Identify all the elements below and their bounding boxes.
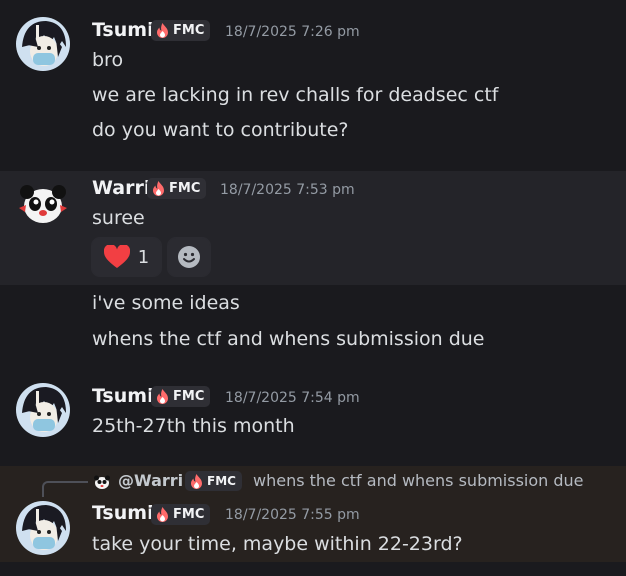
message-text: whens the ctf and whens submission due xyxy=(92,328,485,350)
guild-tag[interactable]: FMC xyxy=(147,178,207,199)
username[interactable]: Tsumi xyxy=(92,502,154,524)
message-text: bro xyxy=(92,49,124,71)
guild-tag[interactable]: FMC xyxy=(185,471,242,491)
guild-tag[interactable]: FMC xyxy=(151,20,211,41)
flame-icon xyxy=(153,181,164,196)
reaction-heart[interactable]: 1 xyxy=(91,237,162,277)
timestamp[interactable]: 18/7/2025 7:54 pm xyxy=(225,388,360,408)
avatar[interactable] xyxy=(16,383,70,437)
timestamp[interactable]: 18/7/2025 7:53 pm xyxy=(220,180,355,200)
reply-avatar xyxy=(94,475,110,489)
message-text: do you want to contribute? xyxy=(92,119,349,141)
guild-tag-label: FMC xyxy=(169,181,201,196)
flame-icon xyxy=(157,23,168,38)
guild-tag[interactable]: FMC xyxy=(151,386,211,407)
reply-connector xyxy=(42,481,88,497)
message-text: i've some ideas xyxy=(92,292,240,314)
guild-tag-label: FMC xyxy=(173,23,205,38)
add-reaction-button[interactable] xyxy=(167,237,211,277)
timestamp[interactable]: 18/7/2025 7:26 pm xyxy=(225,22,360,42)
reply-username[interactable]: @Warri xyxy=(118,471,183,491)
heart-icon xyxy=(103,245,130,268)
message-text: take your time, maybe within 22-23rd? xyxy=(92,533,463,555)
username[interactable]: Tsumi xyxy=(92,385,154,407)
reaction-count: 1 xyxy=(137,246,150,268)
username[interactable]: Warri xyxy=(92,177,150,199)
guild-tag[interactable]: FMC xyxy=(151,504,211,525)
avatar[interactable] xyxy=(16,178,70,232)
avatar[interactable] xyxy=(16,501,70,555)
avatar[interactable] xyxy=(16,17,70,71)
add-reaction-icon xyxy=(178,246,200,268)
timestamp[interactable]: 18/7/2025 7:55 pm xyxy=(225,505,360,525)
reply-text: whens the ctf and whens submission due xyxy=(253,471,584,490)
flame-icon xyxy=(157,507,168,522)
username[interactable]: Tsumi xyxy=(92,19,154,41)
guild-tag-label: FMC xyxy=(207,474,236,488)
guild-tag-label: FMC xyxy=(173,389,205,404)
guild-tag-label: FMC xyxy=(173,507,205,522)
message-text: we are lacking in rev challs for deadsec… xyxy=(92,84,499,106)
message-text: 25th-27th this month xyxy=(92,415,295,437)
flame-icon xyxy=(191,473,202,489)
message-text: suree xyxy=(92,207,145,229)
flame-icon xyxy=(157,389,168,404)
